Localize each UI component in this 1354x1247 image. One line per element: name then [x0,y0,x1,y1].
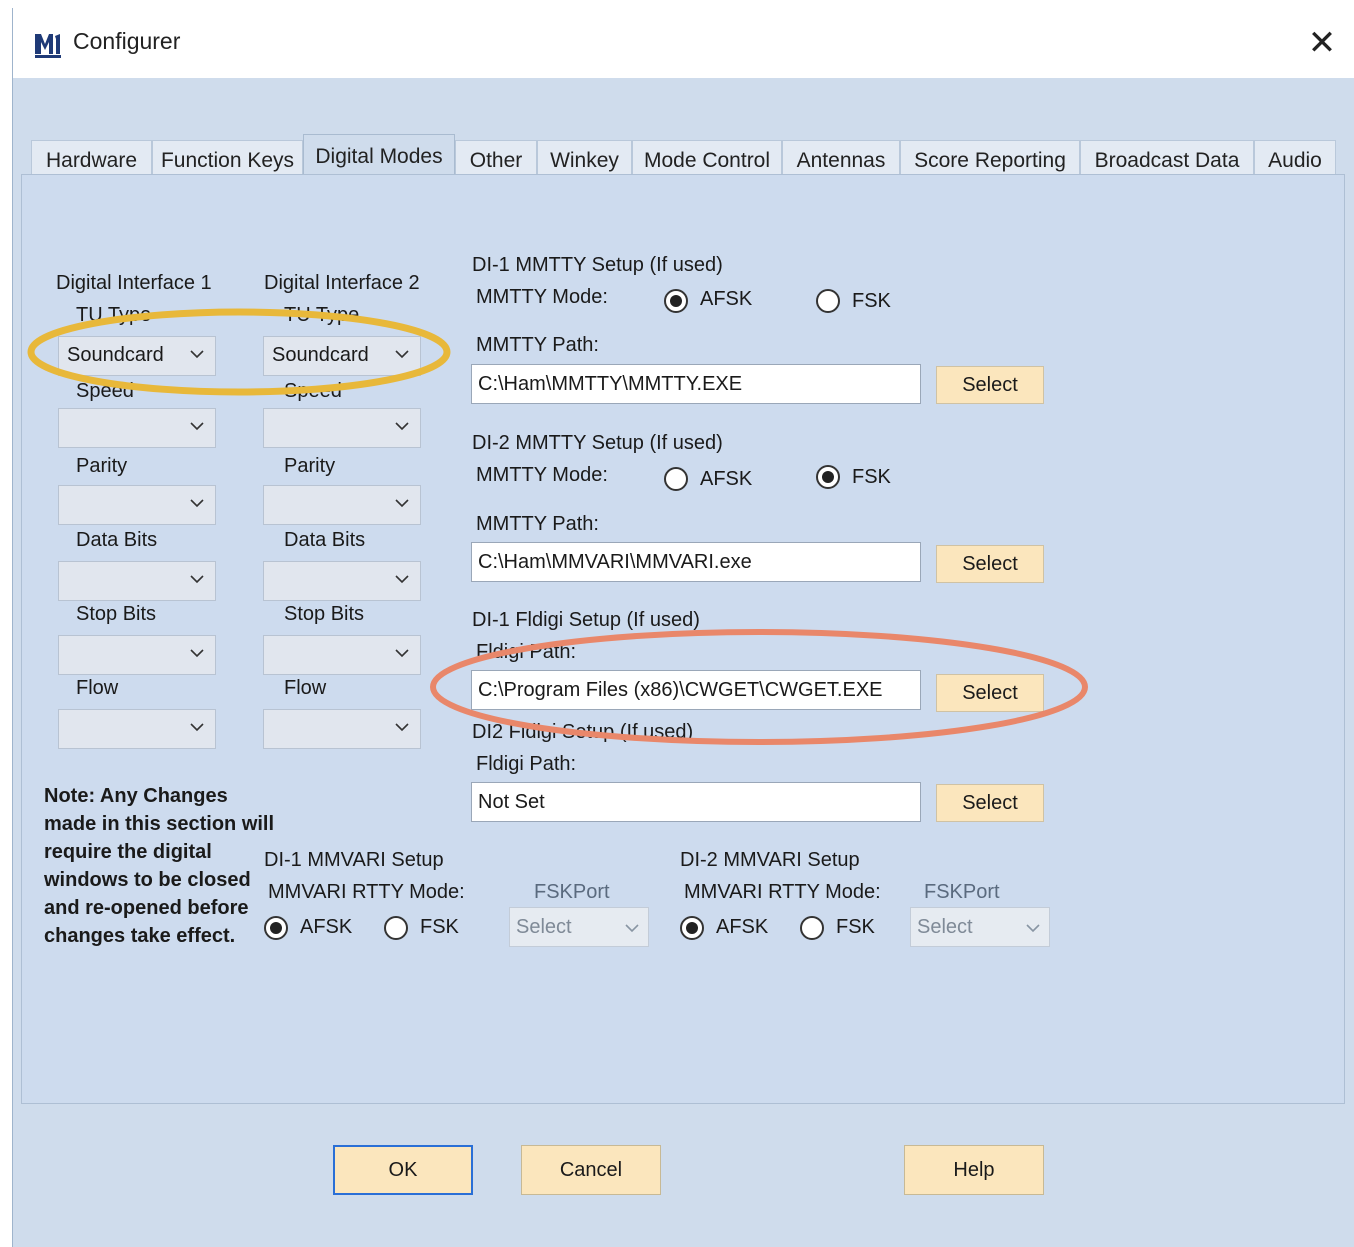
chevron-down-icon [395,422,409,431]
mmtty2-path-input[interactable]: C:\Ham\MMVARI\MMVARI.exe [471,542,921,582]
mmtty1-fsk-label: FSK [852,290,891,312]
fldigi2-path-value: Not Set [478,791,545,813]
di2-stop-bits-combo[interactable] [263,635,421,675]
changes-note: Note: Any Changes made in this section w… [44,785,275,947]
di1-speed-combo[interactable] [58,408,216,448]
fldigi2-heading: DI2 Fldigi Setup (If used) [472,721,694,743]
close-button[interactable]: ✕ [1299,20,1345,66]
mmtty1-mode-label: MMTTY Mode: [476,286,608,308]
mmvari1-fskport-value: Select [516,916,572,938]
mmvari1-fskport-label: FSKPort [534,881,610,903]
mmtty2-path-value: C:\Ham\MMVARI\MMVARI.exe [478,551,752,573]
mmtty2-heading: DI-2 MMTTY Setup (If used) [472,432,723,454]
mmtty1-afsk-radio[interactable] [664,289,688,313]
mmvari2-heading: DI-2 MMVARI Setup [680,849,860,871]
mmvari1-fsk-label: FSK [420,916,459,938]
di1-tu-type-label: TU Type [76,304,152,326]
fldigi2-select-button[interactable]: Select [936,784,1044,822]
mmtty1-path-input[interactable]: C:\Ham\MMTTY\MMTTY.EXE [471,364,921,404]
mmvari2-fskport-label: FSKPort [924,881,1000,903]
chevron-down-icon [190,499,204,508]
di2-heading: Digital Interface 2 [264,272,420,294]
mmtty1-path-value: C:\Ham\MMTTY\MMTTY.EXE [478,373,743,395]
mmtty1-path-label: MMTTY Path: [476,334,599,356]
mmvari2-fskport-combo[interactable]: Select [910,907,1050,947]
di2-speed-combo[interactable] [263,408,421,448]
mmvari1-afsk-label: AFSK [300,916,353,938]
app-logo-icon [33,32,63,58]
chevron-down-icon [190,422,204,431]
di1-parity-combo[interactable] [58,485,216,525]
fldigi1-select-button[interactable]: Select [936,674,1044,712]
title-bar: Configurer ✕ [13,8,1354,78]
di1-tu-type-value: Soundcard [67,344,164,366]
mmtty2-fsk-label: FSK [852,466,891,488]
di1-heading: Digital Interface 1 [56,272,212,294]
di2-flow-label: Flow [284,677,327,699]
fldigi1-path-input[interactable]: C:\Program Files (x86)\CWGET\CWGET.EXE [471,670,921,710]
di2-data-bits-combo[interactable] [263,561,421,601]
di2-tu-type-value: Soundcard [272,344,369,366]
mmvari2-fskport-value: Select [917,916,973,938]
chevron-down-icon [190,649,204,658]
mmtty2-afsk-radio[interactable] [664,467,688,491]
di2-tu-type-label: TU Type [284,304,360,326]
di2-flow-combo[interactable] [263,709,421,749]
di2-parity-combo[interactable] [263,485,421,525]
cancel-button[interactable]: Cancel [521,1145,661,1195]
di2-speed-label: Speed [284,380,342,402]
di2-parity-label: Parity [284,455,336,477]
fldigi1-heading: DI-1 Fldigi Setup (If used) [472,609,700,631]
mmvari2-afsk-label: AFSK [716,916,769,938]
chevron-down-icon [395,350,409,359]
chevron-down-icon [395,499,409,508]
mmvari1-fskport-combo[interactable]: Select [509,907,649,947]
mmtty1-heading: DI-1 MMTTY Setup (If used) [472,254,723,276]
fldigi1-path-value: C:\Program Files (x86)\CWGET\CWGET.EXE [478,679,883,701]
mmvari2-afsk-radio[interactable] [680,916,704,940]
chevron-down-icon [395,723,409,732]
di1-data-bits-combo[interactable] [58,561,216,601]
mmtty1-afsk-label: AFSK [700,288,753,310]
di2-tu-type-combo[interactable]: Soundcard [263,336,421,376]
chevron-down-icon [395,649,409,658]
chevron-down-icon [190,575,204,584]
fldigi1-path-label: Fldigi Path: [476,641,577,663]
mmtty2-path-label: MMTTY Path: [476,513,599,535]
mmvari2-fsk-radio[interactable] [800,916,824,940]
di1-tu-type-combo[interactable]: Soundcard [58,336,216,376]
di2-stop-bits-label: Stop Bits [284,603,365,625]
chevron-down-icon [625,924,639,933]
mmvari2-fsk-label: FSK [836,916,875,938]
di1-flow-combo[interactable] [58,709,216,749]
chevron-down-icon [190,350,204,359]
di2-data-bits-label: Data Bits [284,529,366,551]
mmvari1-afsk-radio[interactable] [264,916,288,940]
mmtty2-fsk-radio[interactable] [816,465,840,489]
help-button[interactable]: Help [904,1145,1044,1195]
mmvari1-fsk-radio[interactable] [384,916,408,940]
chevron-down-icon [190,723,204,732]
di1-parity-label: Parity [76,455,128,477]
mmtty2-select-button[interactable]: Select [936,545,1044,583]
fldigi2-path-input[interactable]: Not Set [471,782,921,822]
window-title: Configurer [73,28,181,54]
digital-modes-panel [21,174,1345,1104]
mmvari1-heading: DI-1 MMVARI Setup [264,849,444,871]
di1-stop-bits-combo[interactable] [58,635,216,675]
chevron-down-icon [395,575,409,584]
mmtty2-afsk-label: AFSK [700,468,753,490]
mmtty2-mode-label: MMTTY Mode: [476,464,608,486]
chevron-down-icon [1026,924,1040,933]
fldigi2-path-label: Fldigi Path: [476,753,577,775]
mmtty1-select-button[interactable]: Select [936,366,1044,404]
di1-data-bits-label: Data Bits [76,529,158,551]
di1-flow-label: Flow [76,677,119,699]
mmvari2-mode-label: MMVARI RTTY Mode: [684,881,881,903]
ok-button[interactable]: OK [333,1145,473,1195]
di1-speed-label: Speed [76,380,134,402]
mmvari1-mode-label: MMVARI RTTY Mode: [268,881,465,903]
di1-stop-bits-label: Stop Bits [76,603,157,625]
mmtty1-fsk-radio[interactable] [816,289,840,313]
